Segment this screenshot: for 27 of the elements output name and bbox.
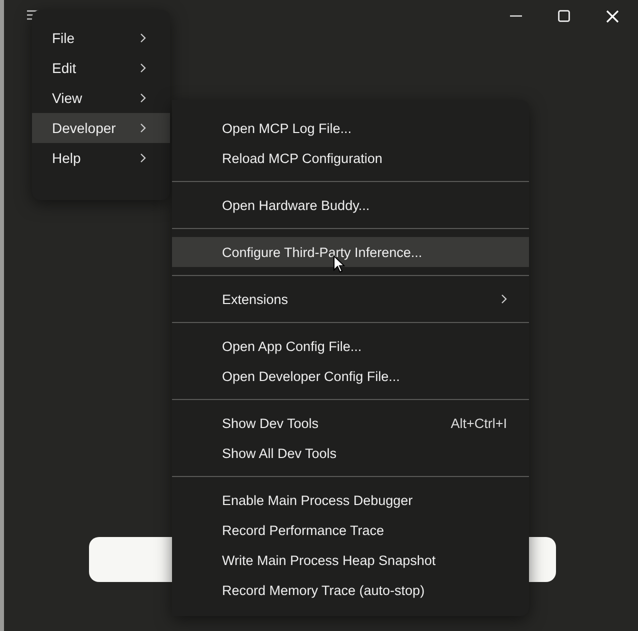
chevron-icon	[140, 33, 146, 43]
close-icon[interactable]	[606, 10, 619, 22]
menu-item[interactable]: Show All Dev Tools	[172, 438, 529, 468]
menu-item[interactable]: Open MCP Log File...	[172, 113, 529, 143]
menu-item[interactable]: Show Dev Tools Alt+Ctrl+I	[172, 408, 529, 438]
menu-item[interactable]: Open Hardware Buddy...	[172, 190, 529, 220]
menu-item[interactable]: Record Performance Trace	[172, 515, 529, 545]
menu-item[interactable]: Write Main Process Heap Snapshot	[172, 545, 529, 575]
menu-item[interactable]: Record Memory Trace (auto-stop)	[172, 575, 529, 605]
menu-item[interactable]: Open App Config File...	[172, 331, 529, 361]
menu-item[interactable]: Enable Main Process Debugger	[172, 485, 529, 515]
chevron-icon	[140, 123, 146, 133]
chevron-icon	[140, 63, 146, 73]
maximize-icon[interactable]	[558, 10, 570, 22]
menu-item[interactable]: Open Developer Config File...	[172, 361, 529, 391]
menu-item[interactable]: Configure Third-Party Inference...	[172, 237, 529, 267]
shortcut-label: Alt+Ctrl+I	[450, 416, 507, 430]
menu-item[interactable]: Developer	[32, 113, 170, 143]
chevron-icon	[501, 294, 507, 304]
chevron-icon	[140, 93, 146, 103]
menu-item[interactable]: Help	[32, 143, 170, 173]
chevron-icon	[140, 153, 146, 163]
menu-item[interactable]: Reload MCP Configuration	[172, 143, 529, 173]
menu-item[interactable]: File	[32, 23, 170, 53]
menu-item[interactable]: Extensions	[172, 284, 529, 314]
menu-item[interactable]: Edit	[32, 53, 170, 83]
menu-item[interactable]: View	[32, 83, 170, 113]
